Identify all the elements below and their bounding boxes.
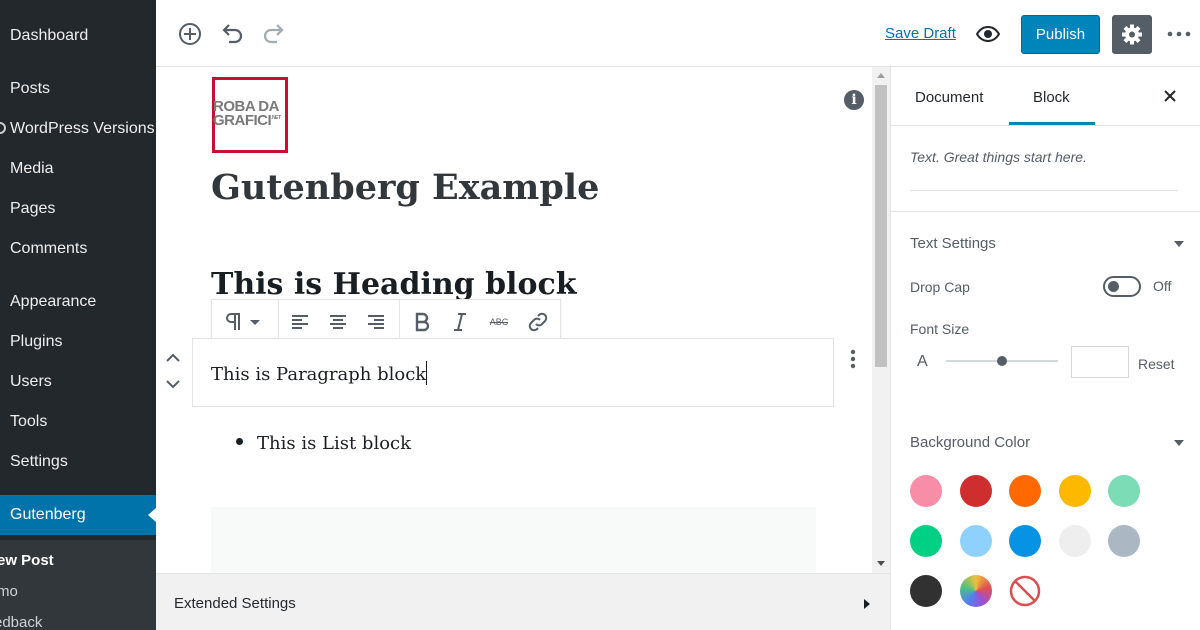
toolbar-divider: [399, 300, 400, 342]
text-settings-toggle[interactable]: Text Settings: [910, 235, 996, 252]
align-right-icon[interactable]: [364, 310, 388, 334]
strikethrough-icon[interactable]: ABC: [484, 310, 514, 334]
scroll-up-icon[interactable]: [877, 72, 885, 78]
move-up-icon[interactable]: [164, 349, 182, 367]
color-swatch[interactable]: [959, 525, 992, 557]
color-swatch[interactable]: [1009, 475, 1041, 507]
font-size-input[interactable]: [1071, 346, 1129, 378]
link-icon[interactable]: [526, 310, 550, 334]
background-color-toggle[interactable]: Background Color: [910, 434, 1030, 451]
sidebar-item-media[interactable]: Media: [10, 159, 54, 179]
preview-eye-icon[interactable]: [974, 20, 1002, 48]
heading-block[interactable]: This is Heading block: [211, 267, 577, 302]
sidebar-item-users[interactable]: Users: [10, 372, 52, 392]
list-bullet: [236, 438, 243, 445]
text-cursor: [426, 361, 428, 385]
list-block[interactable]: This is List block: [236, 433, 411, 454]
bold-icon[interactable]: [410, 310, 434, 334]
color-swatch[interactable]: [1009, 525, 1041, 557]
color-swatch[interactable]: [1058, 475, 1091, 507]
paragraph-icon[interactable]: [222, 310, 246, 334]
add-block-icon[interactable]: [176, 20, 204, 48]
scrollbar-thumb[interactable]: [875, 85, 887, 367]
font-size-icon: A: [917, 353, 928, 370]
toggle-knob: [1108, 281, 1119, 292]
move-down-icon[interactable]: [164, 375, 182, 393]
redo-icon[interactable]: [260, 20, 288, 48]
sidebar-item-appearance[interactable]: Appearance: [10, 292, 96, 312]
sidebar-tabs: Document Block: [891, 67, 1200, 126]
active-tab-indicator: [1009, 122, 1095, 125]
tab-document[interactable]: Document: [915, 89, 983, 106]
site-logo: ROBA DA GRAFICI.NET: [212, 77, 288, 153]
admin-sidebar: Dashboard Posts WordPress Versions Media…: [0, 0, 156, 630]
block-description: Text. Great things start here.: [910, 149, 1087, 165]
expand-arrow-icon[interactable]: [864, 599, 870, 609]
settings-sidebar: Document Block Text. Great things start …: [890, 67, 1200, 630]
submenu-item-new-post[interactable]: ew Post: [0, 552, 54, 569]
toolbar-divider: [278, 300, 279, 342]
drop-cap-state: Off: [1153, 278, 1172, 294]
color-swatch[interactable]: [959, 575, 992, 607]
italic-icon[interactable]: [448, 310, 472, 334]
settings-gear-icon: [1112, 24, 1152, 58]
font-size-label: Font Size: [910, 321, 970, 337]
color-swatch[interactable]: [1108, 475, 1140, 507]
save-draft-button[interactable]: Save Draft: [885, 25, 956, 42]
logo-line-2: GRAFICI.NET: [213, 112, 281, 129]
editor-canvas: ROBA DA GRAFICI.NET i Gutenberg Example …: [156, 67, 890, 573]
settings-button[interactable]: [1112, 15, 1152, 54]
no-color-icon[interactable]: [1009, 575, 1041, 607]
versions-icon: [0, 122, 6, 134]
color-swatch[interactable]: [910, 475, 942, 507]
publish-button[interactable]: Publish: [1021, 15, 1100, 54]
more-vertical-icon[interactable]: [1164, 18, 1194, 50]
align-center-icon[interactable]: [326, 310, 350, 334]
info-icon[interactable]: i: [844, 90, 864, 110]
divider: [910, 190, 1178, 191]
gutenberg-submenu: ew Post mo edback: [0, 540, 156, 630]
extended-settings-label: Extended Settings: [174, 595, 296, 612]
list-item[interactable]: This is List block: [257, 433, 411, 454]
scroll-down-icon[interactable]: [877, 561, 885, 567]
block-more-options-icon[interactable]: [845, 347, 861, 371]
color-swatch[interactable]: [1108, 525, 1140, 557]
sidebar-item-pages[interactable]: Pages: [10, 199, 55, 219]
close-icon[interactable]: [1161, 87, 1179, 105]
post-title[interactable]: Gutenberg Example: [211, 167, 599, 208]
color-swatch[interactable]: [1058, 525, 1091, 557]
empty-block[interactable]: [211, 507, 816, 573]
sidebar-item-plugins[interactable]: Plugins: [10, 332, 62, 352]
chevron-down-icon[interactable]: [248, 310, 262, 334]
color-swatch[interactable]: [910, 575, 942, 607]
sidebar-item-tools[interactable]: Tools: [10, 412, 47, 432]
paragraph-text[interactable]: This is Paragraph block: [211, 361, 428, 385]
extended-settings-panel[interactable]: Extended Settings: [156, 573, 890, 630]
submenu-item-feedback[interactable]: edback: [0, 614, 42, 630]
sidebar-item-wordpress-versions[interactable]: WordPress Versions: [10, 119, 155, 139]
sidebar-item-settings[interactable]: Settings: [10, 452, 68, 472]
caret-down-icon[interactable]: [1174, 440, 1184, 446]
sidebar-item-gutenberg[interactable]: Gutenberg: [0, 495, 156, 535]
sidebar-item-posts[interactable]: Posts: [10, 79, 50, 99]
editor-header: Save Draft Publish: [156, 0, 1200, 67]
undo-icon[interactable]: [218, 20, 246, 48]
align-left-icon[interactable]: [288, 310, 312, 334]
drop-cap-toggle[interactable]: [1103, 276, 1141, 297]
caret-down-icon[interactable]: [1174, 241, 1184, 247]
color-swatch[interactable]: [910, 525, 942, 557]
submenu-item-demo[interactable]: mo: [0, 583, 18, 600]
sidebar-item-dashboard[interactable]: Dashboard: [10, 26, 88, 46]
block-toolbar: ABC: [211, 299, 561, 343]
drop-cap-label: Drop Cap: [910, 279, 970, 295]
active-indicator-icon: [148, 508, 156, 522]
tab-block[interactable]: Block: [1033, 89, 1070, 106]
paragraph-block[interactable]: This is Paragraph block: [192, 338, 834, 407]
sidebar-item-comments[interactable]: Comments: [10, 239, 87, 259]
font-size-slider-handle[interactable]: [997, 356, 1007, 366]
divider: [891, 211, 1200, 212]
editor-scrollbar[interactable]: [872, 67, 890, 573]
reset-button[interactable]: Reset: [1138, 356, 1175, 372]
color-swatch[interactable]: [959, 475, 992, 507]
